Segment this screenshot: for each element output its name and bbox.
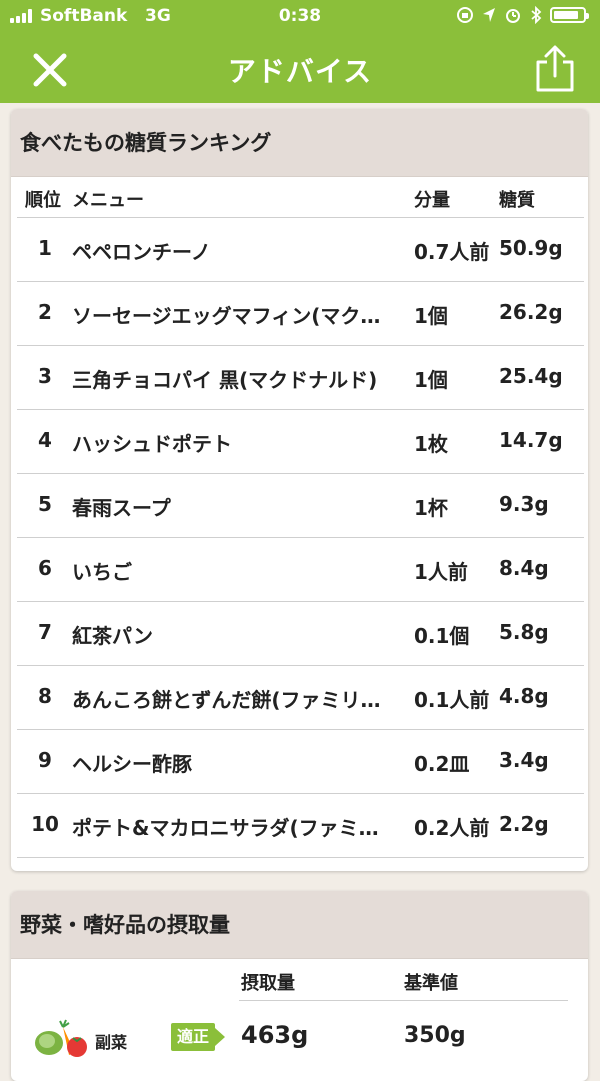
header-carb: 糖質 xyxy=(499,190,535,211)
carb-cell: 3.4g xyxy=(499,748,549,772)
quantity-cell: 0.2皿 xyxy=(414,752,470,776)
rank-cell: 6 xyxy=(38,556,52,580)
menu-cell: ヘルシー酢豚 xyxy=(72,752,192,776)
carb-cell: 2.2g xyxy=(499,812,549,836)
header-standard: 基準値 xyxy=(404,973,458,994)
menu-cell: 三角チョコパイ 黒(マクドナルド) xyxy=(72,368,378,392)
vegetable-intake-card: 野菜・嗜好品の摂取量 摂取量 基準値 副菜 適正 463g 350g xyxy=(11,891,588,1081)
carb-cell: 9.3g xyxy=(499,492,549,516)
quantity-cell: 1個 xyxy=(414,304,448,328)
standard-value: 350g xyxy=(404,1023,466,1048)
carb-cell: 25.4g xyxy=(499,364,563,388)
rank-cell: 3 xyxy=(38,364,52,388)
quantity-cell: 0.1人前 xyxy=(414,688,490,712)
alarm-icon xyxy=(506,9,520,23)
navigation-bar: アドバイス xyxy=(0,34,600,103)
status-badge: 適正 xyxy=(171,1023,226,1051)
carb-ranking-title: 食べたもの糖質ランキング xyxy=(11,109,588,177)
menu-cell: ソーセージエッグマフィン(マク… xyxy=(72,304,381,328)
menu-cell: あんころ餅とずんだ餅(ファミリ… xyxy=(72,688,381,712)
rank-cell: 10 xyxy=(31,812,59,836)
menu-cell: 春雨スープ xyxy=(72,496,171,520)
ranking-table-header: 順位 メニュー 分量 糖質 xyxy=(17,177,584,218)
quantity-cell: 0.2人前 xyxy=(414,816,490,840)
table-row[interactable]: 10 ポテト&マカロニサラダ(ファミ… 0.2人前 2.2g xyxy=(17,794,584,858)
carb-cell: 50.9g xyxy=(499,236,563,260)
table-row[interactable]: 9 ヘルシー酢豚 0.2皿 3.4g xyxy=(17,730,584,794)
table-row[interactable]: 4 ハッシュドポテト 1枚 14.7g xyxy=(17,410,584,474)
menu-cell: ポテト&マカロニサラダ(ファミ… xyxy=(72,816,379,840)
carb-ranking-card: 食べたもの糖質ランキング 順位 メニュー 分量 糖質 1 ペペロンチーノ 0.7… xyxy=(11,109,588,871)
app-header: SoftBank 3G 0:38 アドバイス xyxy=(0,0,600,103)
vegetable-table-header: 摂取量 基準値 xyxy=(11,959,588,1001)
header-rank: 順位 xyxy=(25,190,61,211)
rank-cell: 9 xyxy=(38,748,52,772)
status-bar: SoftBank 3G 0:38 xyxy=(0,0,600,34)
table-row[interactable]: 3 三角チョコパイ 黒(マクドナルド) 1個 25.4g xyxy=(17,346,584,410)
carb-cell: 14.7g xyxy=(499,428,563,452)
rotation-lock-icon xyxy=(457,7,473,23)
vegetable-intake-title: 野菜・嗜好品の摂取量 xyxy=(11,891,588,959)
table-row[interactable]: 副菜 適正 463g 350g xyxy=(11,1001,588,1071)
quantity-cell: 1枚 xyxy=(414,432,448,456)
status-icons xyxy=(456,6,589,24)
share-icon[interactable] xyxy=(532,44,578,94)
menu-cell: ハッシュドポテト xyxy=(72,432,232,456)
battery-icon xyxy=(550,7,589,23)
rank-cell: 1 xyxy=(38,236,52,260)
table-row[interactable]: 2 ソーセージエッグマフィン(マク… 1個 26.2g xyxy=(17,282,584,346)
quantity-cell: 1人前 xyxy=(414,560,468,584)
table-row[interactable]: 8 あんころ餅とずんだ餅(ファミリ… 0.1人前 4.8g xyxy=(17,666,584,730)
intake-value: 463g xyxy=(241,1021,309,1049)
table-row[interactable]: 5 春雨スープ 1杯 9.3g xyxy=(17,474,584,538)
table-row[interactable]: 6 いちご 1人前 8.4g xyxy=(17,538,584,602)
quantity-cell: 1個 xyxy=(414,368,448,392)
menu-cell: 紅茶パン xyxy=(72,624,153,648)
rank-cell: 8 xyxy=(38,684,52,708)
vegetable-category-label: 副菜 xyxy=(95,1033,128,1052)
carb-cell: 26.2g xyxy=(499,300,563,324)
rank-cell: 2 xyxy=(38,300,52,324)
ranking-table-body: 1 ペペロンチーノ 0.7人前 50.9g 2 ソーセージエッグマフィン(マク…… xyxy=(17,218,584,858)
menu-cell: いちご xyxy=(72,560,132,584)
location-icon xyxy=(483,8,495,22)
menu-cell: ペペロンチーノ xyxy=(72,240,211,264)
rank-cell: 7 xyxy=(38,620,52,644)
page-title: アドバイス xyxy=(227,55,373,88)
vegetables-icon xyxy=(35,1019,87,1057)
rank-cell: 4 xyxy=(38,428,52,452)
header-quantity: 分量 xyxy=(414,190,450,211)
header-menu: メニュー xyxy=(72,190,144,211)
table-row[interactable]: 1 ペペロンチーノ 0.7人前 50.9g xyxy=(17,218,584,282)
quantity-cell: 0.7人前 xyxy=(414,240,490,264)
header-intake: 摂取量 xyxy=(241,973,295,994)
bluetooth-icon xyxy=(531,6,542,24)
rank-cell: 5 xyxy=(38,492,52,516)
quantity-cell: 1杯 xyxy=(414,496,448,520)
table-row[interactable]: 7 紅茶パン 0.1個 5.8g xyxy=(17,602,584,666)
quantity-cell: 0.1個 xyxy=(414,624,470,648)
carb-cell: 4.8g xyxy=(499,684,549,708)
carb-cell: 5.8g xyxy=(499,620,549,644)
carb-cell: 8.4g xyxy=(499,556,549,580)
